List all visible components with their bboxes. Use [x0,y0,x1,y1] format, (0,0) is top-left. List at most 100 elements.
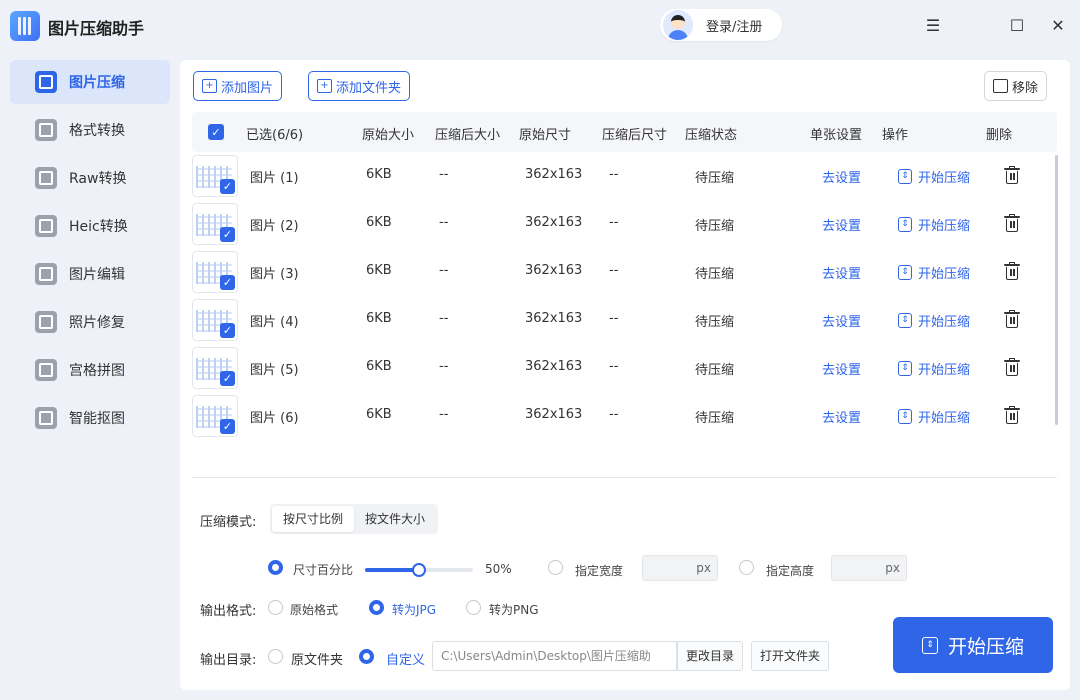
compress-status: 待压缩 [695,411,735,426]
sidebar-item-label: Heic转换 [69,219,128,235]
row-checkbox[interactable]: ✓ [220,371,235,386]
original-dim: 362x163 [525,311,583,326]
width-input[interactable]: px [642,555,718,581]
set-link[interactable]: 去设置 [822,359,861,378]
login-button[interactable]: 登录/注册 [660,9,782,41]
grid-collage-icon [35,359,57,381]
header-single-setting: 单张设置 [810,128,863,143]
select-all-checkbox[interactable]: ✓ [208,124,224,140]
image-thumbnail: ✓ [192,347,238,389]
image-thumbnail: ✓ [192,395,238,437]
sidebar-item-image-compress[interactable]: 图片压缩 [10,60,170,104]
add-folder-button[interactable]: + 添加文件夹 [308,71,411,101]
sidebar-item-heic-convert[interactable]: Heic转换 [10,204,170,248]
set-link[interactable]: 去设置 [822,407,861,426]
start-compress-link[interactable]: ⇕ 开始压缩 [898,215,970,234]
start-compress-link[interactable]: ⇕ 开始压缩 [898,311,970,330]
output-dir-label: 输出目录: [200,653,257,668]
table-row: ✓ 图片 (1) 6KB -- 362x163 -- 待压缩 去设置 ⇕ 开始压缩 [192,152,1057,200]
table-scrollbar[interactable] [1055,155,1058,425]
header-operation: 操作 [882,128,909,143]
close-icon[interactable]: ✕ [1047,14,1069,36]
compress-mode-switch: 按尺寸比例 按文件大小 [270,504,439,534]
image-edit-icon [35,263,57,285]
add-image-button[interactable]: + 添加图片 [193,71,283,101]
start-compress-link[interactable]: ⇕ 开始压缩 [898,263,970,282]
compressed-dim: -- [609,407,619,422]
open-folder-button[interactable]: 打开文件夹 [751,641,830,671]
start-compress-label: 开始压缩 [918,267,971,282]
sidebar-item-image-edit[interactable]: 图片编辑 [10,252,170,296]
file-name: 图片 (1) [250,171,299,186]
mode-by-ratio-tab[interactable]: 按尺寸比例 [272,506,355,532]
delete-row-icon[interactable] [1004,406,1020,424]
start-compress-label: 开始压缩 [918,411,971,426]
start-compress-link[interactable]: ⇕ 开始压缩 [898,167,970,186]
sidebar-item-grid-collage[interactable]: 宫格拼图 [10,348,170,392]
size-percent-slider[interactable] [365,563,473,577]
set-link[interactable]: 去设置 [822,311,861,330]
header-selected: 已选(6/6) [246,128,304,143]
sidebar-item-format-convert[interactable]: 格式转换 [10,108,170,152]
delete-row-icon[interactable] [1004,214,1020,232]
sidebar-item-raw-convert[interactable]: Raw转换 [10,156,170,200]
row-checkbox[interactable]: ✓ [220,227,235,242]
format-jpg-label: 转为JPG [392,603,437,617]
format-jpg-radio[interactable] [369,600,384,615]
menu-icon[interactable]: ☰ [922,14,944,36]
start-compress-link[interactable]: ⇕ 开始压缩 [898,359,970,378]
sidebar-item-label: 照片修复 [69,315,125,331]
header-original-dim: 原始尺寸 [519,128,572,143]
image-thumbnail: ✓ [192,251,238,293]
change-dir-button[interactable]: 更改目录 [677,641,744,671]
compressed-dim: -- [609,311,619,326]
maximize-icon[interactable]: ☐ [1006,14,1028,36]
row-checkbox[interactable]: ✓ [220,323,235,338]
start-compress-link[interactable]: ⇕ 开始压缩 [898,407,970,426]
dir-original-label: 原文件夹 [291,653,344,668]
remove-label: 移除 [1012,80,1039,96]
dir-custom-radio[interactable] [359,649,374,664]
file-name: 图片 (5) [250,363,299,378]
sidebar-item-label: 图片编辑 [69,267,125,283]
format-png-radio[interactable] [466,600,481,615]
compress-status: 待压缩 [695,171,735,186]
delete-row-icon[interactable] [1004,262,1020,280]
specify-height-radio[interactable] [739,560,754,575]
set-link[interactable]: 去设置 [822,167,861,186]
compress-icon: ⇕ [898,217,912,232]
compress-status: 待压缩 [695,363,735,378]
compress-icon: ⇕ [898,313,912,328]
original-dim: 362x163 [525,215,583,230]
dir-original-radio[interactable] [268,649,283,664]
slider-handle[interactable] [412,563,426,577]
start-compress-button-label: 开始压缩 [947,635,1024,658]
remove-button[interactable]: 移除 [984,71,1048,101]
row-checkbox[interactable]: ✓ [220,419,235,434]
compress-icon: ⇕ [898,265,912,280]
compress-icon: ⇕ [898,361,912,376]
format-original-radio[interactable] [268,600,283,615]
row-checkbox[interactable]: ✓ [220,275,235,290]
original-size: 6KB [366,167,392,182]
table-row: ✓ 图片 (3) 6KB -- 362x163 -- 待压缩 去设置 ⇕ 开始压缩 [192,248,1057,296]
delete-row-icon[interactable] [1004,358,1020,376]
original-dim: 362x163 [525,359,583,374]
title-bar: 图片压缩助手 登录/注册 ☰ ☐ ✕ [0,0,1080,52]
delete-row-icon[interactable] [1004,166,1020,184]
row-checkbox[interactable]: ✓ [220,179,235,194]
start-compress-button[interactable]: ⇕ 开始压缩 [893,617,1053,673]
compressed-dim: -- [609,263,619,278]
size-percent-radio[interactable] [268,560,283,575]
set-link[interactable]: 去设置 [822,263,861,282]
set-link[interactable]: 去设置 [822,215,861,234]
mode-by-filesize-tab[interactable]: 按文件大小 [354,506,436,532]
compress-icon: ⇕ [898,169,912,184]
sidebar-item-photo-repair[interactable]: 照片修复 [10,300,170,344]
smart-cutout-icon [35,407,57,429]
delete-row-icon[interactable] [1004,310,1020,328]
output-path-input[interactable]: C:\Users\Admin\Desktop\图片压缩助 [432,641,677,671]
specify-width-radio[interactable] [548,560,563,575]
sidebar-item-smart-cutout[interactable]: 智能抠图 [10,396,170,440]
height-input[interactable]: px [831,555,907,581]
